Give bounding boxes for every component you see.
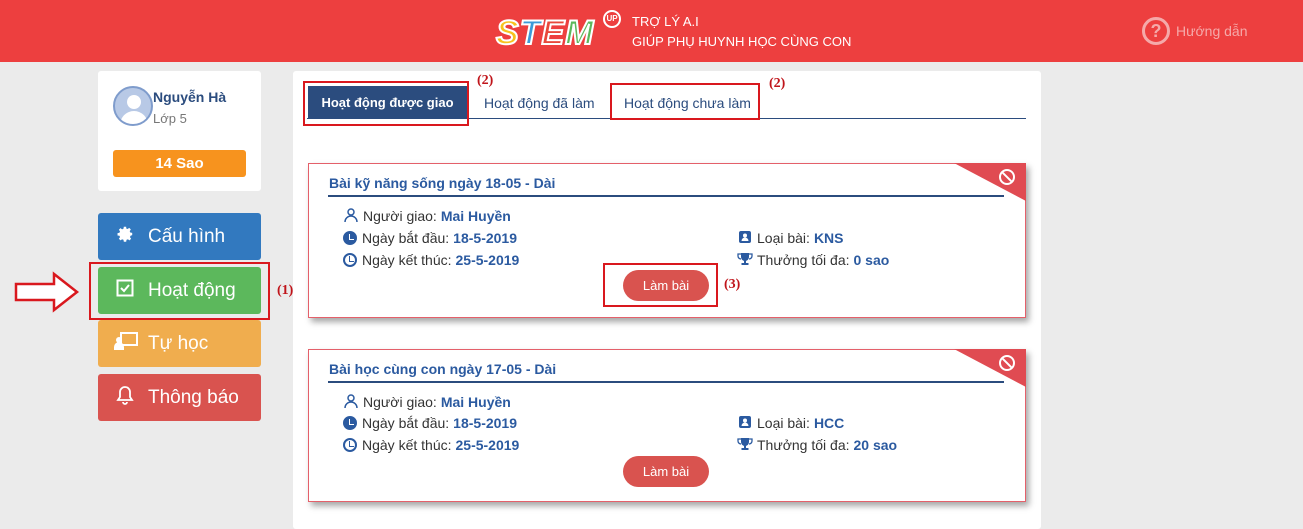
highlight-do-button [603,263,718,307]
card-title: Bài kỹ năng sống ngày 18-05 - Dài [329,175,556,191]
clock-icon [343,231,357,245]
sidebar-item-self-study[interactable]: Tự học [98,320,261,367]
card-start: Ngày bắt đầu: 18-5-2019 [343,415,517,431]
annotation-1: (1) [277,283,294,298]
card-reward: Thưởng tối đa: 20 sao [737,437,897,453]
sidebar-item-label: Cấu hình [148,225,226,247]
stars-badge: 14 Sao [113,150,246,177]
id-card-icon [737,230,753,246]
card-title: Bài học cùng con ngày 17-05 - Dài [329,361,557,377]
giver-value: Mai Huyền [440,394,511,410]
bell-icon [114,385,136,410]
clock-outline-icon [343,253,357,267]
ban-icon [999,355,1015,371]
card-giver: Người giao: Mai Huyền [343,208,511,224]
card-divider [328,195,1004,197]
start-label: Ngày bắt đầu: [362,415,450,431]
card-type: Loại bài: KNS [737,230,844,246]
help-label: Hướng dẫn [1176,23,1248,39]
card-start: Ngày bắt đầu: 18-5-2019 [343,230,517,246]
sidebar-item-label: Thông báo [148,386,239,408]
question-circle-icon: ? [1142,17,1170,45]
giver-label: Người giao: [363,208,437,224]
id-card-icon [737,415,753,431]
stem-logo[interactable]: STEM UP [495,10,626,54]
teacher-board-icon [114,332,138,355]
reward-label: Thưởng tối đa: [757,252,850,268]
start-label: Ngày bắt đầu: [362,230,450,246]
reward-label: Thưởng tối đa: [757,437,850,453]
end-value: 25-5-2019 [455,437,520,453]
logo-badge: UP [603,10,621,28]
clock-outline-icon [343,438,357,452]
end-label: Ngày kết thúc: [362,437,452,453]
type-value: KNS [813,230,844,246]
ban-icon [999,169,1015,185]
card-divider [328,381,1004,383]
type-label: Loại bài: [757,230,810,246]
reward-value: 20 sao [853,437,898,453]
user-icon [343,394,359,410]
profile-card: Nguyễn Hà Lớp 5 14 Sao [98,71,261,191]
reward-value: 0 sao [853,252,890,268]
app-tagline: TRỢ LÝ A.I GIÚP PHỤ HUYNH HỌC CÙNG CON [632,12,851,52]
top-header: STEM UP TRỢ LÝ A.I GIÚP PHỤ HUYNH HỌC CÙ… [0,0,1303,62]
user-icon [343,208,359,224]
activity-card: Bài học cùng con ngày 17-05 - Dài Người … [308,349,1026,502]
tab-done[interactable]: Hoạt động đã làm [484,95,595,111]
annotation-3: (3) [724,277,741,292]
type-label: Loại bài: [757,415,810,431]
avatar [113,86,153,126]
highlight-tab-not-done [610,83,760,120]
highlight-activity [89,262,270,320]
arrow-right-icon [14,271,80,313]
gear-icon [114,225,136,248]
giver-label: Người giao: [363,394,437,410]
type-value: HCC [813,415,845,431]
do-exercise-button[interactable]: Làm bài [623,456,709,487]
clock-icon [343,416,357,430]
annotation-2a: (2) [477,73,494,88]
highlight-tab-assigned [303,81,469,126]
card-giver: Người giao: Mai Huyền [343,394,511,410]
sidebar-item-notifications[interactable]: Thông báo [98,374,261,421]
card-end: Ngày kết thúc: 25-5-2019 [343,437,519,453]
user-class: Lớp 5 [153,111,187,126]
help-link[interactable]: ? Hướng dẫn [1142,17,1247,45]
trophy-icon [737,252,753,268]
user-name: Nguyễn Hà [153,89,227,105]
card-type: Loại bài: HCC [737,415,844,431]
logo-text: STEM [495,13,595,53]
card-reward: Thưởng tối đa: 0 sao [737,252,889,268]
start-value: 18-5-2019 [453,415,517,431]
tagline-line-1: TRỢ LÝ A.I [632,14,699,29]
annotation-2b: (2) [769,76,786,91]
trophy-icon [737,437,753,453]
sidebar-item-label: Tự học [148,332,209,354]
end-value: 25-5-2019 [455,252,520,268]
start-value: 18-5-2019 [453,230,517,246]
tagline-line-2: GIÚP PHỤ HUYNH HỌC CÙNG CON [632,34,852,49]
sidebar-item-config[interactable]: Cấu hình [98,213,261,260]
card-end: Ngày kết thúc: 25-5-2019 [343,252,519,268]
end-label: Ngày kết thúc: [362,252,452,268]
giver-value: Mai Huyền [440,208,511,224]
